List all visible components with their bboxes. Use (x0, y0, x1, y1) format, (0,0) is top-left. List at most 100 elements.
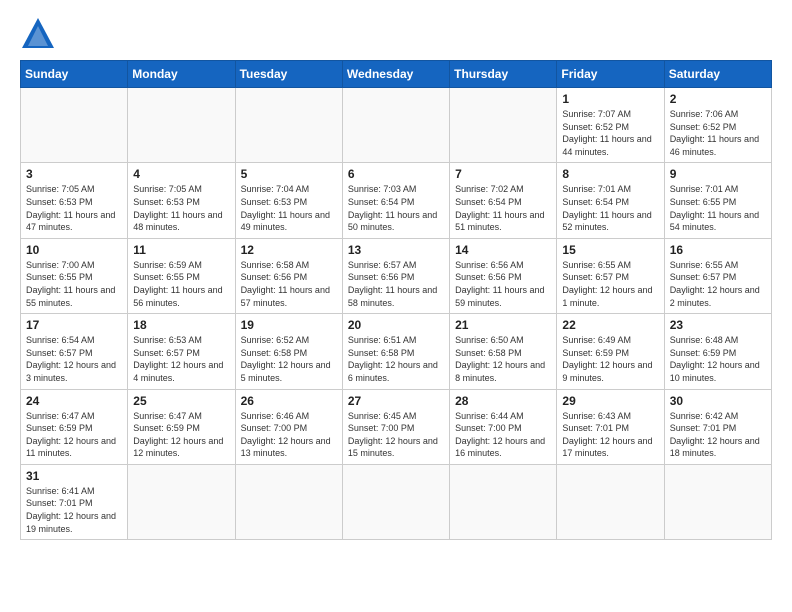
calendar-cell: 22Sunrise: 6:49 AM Sunset: 6:59 PM Dayli… (557, 314, 664, 389)
calendar-cell: 12 Sunrise: 6:58 AM Sunset: 6:56 PM Dayli… (235, 238, 342, 313)
calendar-cell: 11 Sunrise: 6:59 AM Sunset: 6:55 PM Dayli… (128, 238, 235, 313)
day-info: Sunrise: 7:06 AM Sunset: 6:52 PM Dayligh… (670, 108, 766, 158)
logo-svg (20, 16, 56, 52)
calendar-cell: 27 Sunrise: 6:45 AM Sunset: 7:00 PM Dayli… (342, 389, 449, 464)
weekday-header: Friday (557, 61, 664, 88)
header (20, 16, 772, 52)
calendar-cell: 1 Sunrise: 7:07 AM Sunset: 6:52 PM Daylig… (557, 88, 664, 163)
calendar-cell: 13 Sunrise: 6:57 AM Sunset: 6:56 PM Dayli… (342, 238, 449, 313)
calendar-cell: 16Sunrise: 6:55 AM Sunset: 6:57 PM Dayli… (664, 238, 771, 313)
day-number: 8 (562, 167, 658, 181)
day-info: Sunrise: 6:46 AM Sunset: 7:00 PM Dayligh… (241, 410, 337, 460)
day-info: Sunrise: 6:41 AM Sunset: 7:01 PM Dayligh… (26, 485, 122, 535)
calendar-cell: 17 Sunrise: 6:54 AM Sunset: 6:57 PM Dayli… (21, 314, 128, 389)
calendar-cell: 9Sunrise: 7:01 AM Sunset: 6:55 PM Daylig… (664, 163, 771, 238)
day-info: Sunrise: 6:54 AM Sunset: 6:57 PM Dayligh… (26, 334, 122, 384)
day-number: 20 (348, 318, 444, 332)
day-info: Sunrise: 6:58 AM Sunset: 6:56 PM Dayligh… (241, 259, 337, 309)
calendar-cell (21, 88, 128, 163)
calendar-week: 3 Sunrise: 7:05 AM Sunset: 6:53 PM Daylig… (21, 163, 772, 238)
day-number: 26 (241, 394, 337, 408)
day-number: 19 (241, 318, 337, 332)
weekday-header: Thursday (450, 61, 557, 88)
day-number: 27 (348, 394, 444, 408)
day-number: 24 (26, 394, 122, 408)
calendar-cell: 2 Sunrise: 7:06 AM Sunset: 6:52 PM Daylig… (664, 88, 771, 163)
calendar-cell: 6 Sunrise: 7:03 AM Sunset: 6:54 PM Daylig… (342, 163, 449, 238)
calendar-cell (128, 88, 235, 163)
day-info: Sunrise: 6:44 AM Sunset: 7:00 PM Dayligh… (455, 410, 551, 460)
logo (20, 16, 60, 52)
day-info: Sunrise: 7:02 AM Sunset: 6:54 PM Dayligh… (455, 183, 551, 233)
calendar-cell: 24 Sunrise: 6:47 AM Sunset: 6:59 PM Dayli… (21, 389, 128, 464)
calendar-cell (342, 464, 449, 539)
day-info: Sunrise: 6:50 AM Sunset: 6:58 PM Dayligh… (455, 334, 551, 384)
day-info: Sunrise: 6:49 AM Sunset: 6:59 PM Dayligh… (562, 334, 658, 384)
day-info: Sunrise: 6:57 AM Sunset: 6:56 PM Dayligh… (348, 259, 444, 309)
calendar-cell (235, 464, 342, 539)
day-number: 12 (241, 243, 337, 257)
day-number: 11 (133, 243, 229, 257)
day-info: Sunrise: 6:47 AM Sunset: 6:59 PM Dayligh… (26, 410, 122, 460)
day-number: 2 (670, 92, 766, 106)
day-info: Sunrise: 7:03 AM Sunset: 6:54 PM Dayligh… (348, 183, 444, 233)
day-number: 3 (26, 167, 122, 181)
calendar-week: 17 Sunrise: 6:54 AM Sunset: 6:57 PM Dayli… (21, 314, 772, 389)
calendar-header: SundayMondayTuesdayWednesdayThursdayFrid… (21, 61, 772, 88)
day-info: Sunrise: 7:05 AM Sunset: 6:53 PM Dayligh… (133, 183, 229, 233)
calendar-cell: 3 Sunrise: 7:05 AM Sunset: 6:53 PM Daylig… (21, 163, 128, 238)
calendar-cell: 30 Sunrise: 6:42 AM Sunset: 7:01 PM Dayli… (664, 389, 771, 464)
day-info: Sunrise: 6:45 AM Sunset: 7:00 PM Dayligh… (348, 410, 444, 460)
weekday-header: Tuesday (235, 61, 342, 88)
day-info: Sunrise: 7:07 AM Sunset: 6:52 PM Dayligh… (562, 108, 658, 158)
weekday-header: Saturday (664, 61, 771, 88)
day-info: Sunrise: 6:53 AM Sunset: 6:57 PM Dayligh… (133, 334, 229, 384)
day-info: Sunrise: 6:42 AM Sunset: 7:01 PM Dayligh… (670, 410, 766, 460)
calendar-body: 1 Sunrise: 7:07 AM Sunset: 6:52 PM Daylig… (21, 88, 772, 540)
calendar-week: 31 Sunrise: 6:41 AM Sunset: 7:01 PM Dayli… (21, 464, 772, 539)
weekday-row: SundayMondayTuesdayWednesdayThursdayFrid… (21, 61, 772, 88)
day-number: 4 (133, 167, 229, 181)
calendar-cell: 10Sunrise: 7:00 AM Sunset: 6:55 PM Dayli… (21, 238, 128, 313)
day-number: 6 (348, 167, 444, 181)
day-number: 14 (455, 243, 551, 257)
day-number: 15 (562, 243, 658, 257)
weekday-header: Monday (128, 61, 235, 88)
day-info: Sunrise: 6:52 AM Sunset: 6:58 PM Dayligh… (241, 334, 337, 384)
day-number: 30 (670, 394, 766, 408)
calendar-cell: 15Sunrise: 6:55 AM Sunset: 6:57 PM Dayli… (557, 238, 664, 313)
calendar-cell: 4 Sunrise: 7:05 AM Sunset: 6:53 PM Daylig… (128, 163, 235, 238)
calendar-cell (450, 88, 557, 163)
day-number: 18 (133, 318, 229, 332)
day-info: Sunrise: 7:05 AM Sunset: 6:53 PM Dayligh… (26, 183, 122, 233)
calendar-cell: 25Sunrise: 6:47 AM Sunset: 6:59 PM Dayli… (128, 389, 235, 464)
calendar-cell (450, 464, 557, 539)
calendar-cell: 5 Sunrise: 7:04 AM Sunset: 6:53 PM Daylig… (235, 163, 342, 238)
logo-icon (20, 16, 56, 52)
day-number: 31 (26, 469, 122, 483)
day-number: 25 (133, 394, 229, 408)
calendar-cell (235, 88, 342, 163)
calendar-cell: 21 Sunrise: 6:50 AM Sunset: 6:58 PM Dayli… (450, 314, 557, 389)
weekday-header: Wednesday (342, 61, 449, 88)
calendar-cell: 28Sunrise: 6:44 AM Sunset: 7:00 PM Dayli… (450, 389, 557, 464)
day-info: Sunrise: 6:55 AM Sunset: 6:57 PM Dayligh… (670, 259, 766, 309)
day-number: 1 (562, 92, 658, 106)
calendar-week: 1 Sunrise: 7:07 AM Sunset: 6:52 PM Daylig… (21, 88, 772, 163)
day-info: Sunrise: 6:48 AM Sunset: 6:59 PM Dayligh… (670, 334, 766, 384)
weekday-header: Sunday (21, 61, 128, 88)
calendar-cell: 31 Sunrise: 6:41 AM Sunset: 7:01 PM Dayli… (21, 464, 128, 539)
calendar-cell: 14 Sunrise: 6:56 AM Sunset: 6:56 PM Dayli… (450, 238, 557, 313)
calendar-cell (664, 464, 771, 539)
calendar: SundayMondayTuesdayWednesdayThursdayFrid… (20, 60, 772, 540)
day-number: 17 (26, 318, 122, 332)
day-info: Sunrise: 6:59 AM Sunset: 6:55 PM Dayligh… (133, 259, 229, 309)
day-info: Sunrise: 7:04 AM Sunset: 6:53 PM Dayligh… (241, 183, 337, 233)
day-info: Sunrise: 6:56 AM Sunset: 6:56 PM Dayligh… (455, 259, 551, 309)
calendar-cell (128, 464, 235, 539)
calendar-cell: 7Sunrise: 7:02 AM Sunset: 6:54 PM Daylig… (450, 163, 557, 238)
day-number: 13 (348, 243, 444, 257)
day-info: Sunrise: 7:00 AM Sunset: 6:55 PM Dayligh… (26, 259, 122, 309)
day-number: 5 (241, 167, 337, 181)
day-number: 21 (455, 318, 551, 332)
